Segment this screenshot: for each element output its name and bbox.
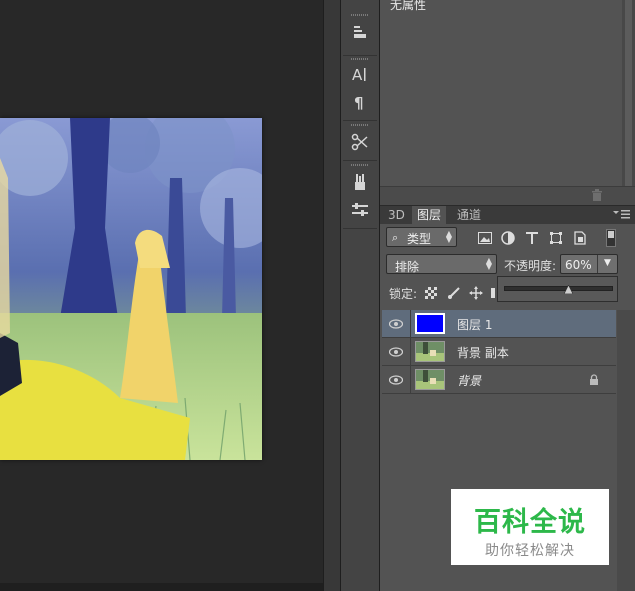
dropdown-arrow-icon: ▼: [604, 258, 611, 268]
layer-row[interactable]: 背景: [382, 366, 616, 394]
watermark-subtitle: 助你轻松解决: [485, 543, 575, 559]
canvas-photo: [0, 118, 262, 460]
panel-icon-strip: A ¶: [341, 0, 380, 591]
layer-name[interactable]: 背景: [457, 372, 481, 389]
paragraph-styles-icon[interactable]: [349, 22, 371, 42]
smart-object-filter-icon[interactable]: [572, 230, 588, 246]
tools-presets-icon[interactable]: [349, 132, 371, 152]
updown-arrows-icon: ▲ ▼: [485, 256, 492, 271]
opacity-label: 不透明度:: [504, 259, 557, 273]
layer-thumbnail: [415, 369, 445, 390]
opacity-value: 60%: [565, 258, 592, 272]
lock-icon: [589, 374, 599, 385]
layer-thumbnail: [415, 313, 445, 334]
lock-label: 锁定:: [389, 287, 418, 301]
lock-position-icon[interactable]: [469, 286, 483, 300]
search-icon: ⌕: [392, 231, 399, 244]
opacity-slider-track[interactable]: [504, 286, 613, 291]
blend-mode-select[interactable]: 排除 ▲ ▼: [386, 254, 497, 274]
brush-presets-icon[interactable]: [349, 172, 371, 192]
layer-row[interactable]: 背景 副本: [382, 338, 616, 366]
panel-divider[interactable]: [323, 0, 341, 591]
blend-mode-value: 排除: [395, 260, 420, 274]
layer-thumbnail: [415, 341, 445, 362]
shape-filter-icon[interactable]: [548, 230, 564, 246]
character-panel-icon[interactable]: A: [349, 64, 371, 84]
watermark-title: 百科全说: [474, 507, 586, 538]
image-filter-icon[interactable]: [477, 230, 493, 246]
strip-grip[interactable]: [351, 58, 369, 60]
properties-panel: [380, 0, 635, 205]
layer-name[interactable]: 背景 副本: [457, 344, 509, 361]
type-filter-icon[interactable]: [524, 230, 540, 246]
properties-empty-label: 无属性: [390, 0, 427, 12]
layer-name[interactable]: 图层 1: [457, 316, 492, 333]
adjustment-filter-icon[interactable]: [500, 230, 516, 246]
lock-image-pixels-icon[interactable]: [447, 286, 461, 300]
properties-scroll-thumb[interactable]: [625, 0, 632, 186]
strip-grip[interactable]: [351, 14, 369, 16]
opacity-slider-thumb[interactable]: [563, 283, 574, 295]
lock-all-icon[interactable]: [491, 288, 495, 298]
opacity-slider-popup[interactable]: [497, 276, 618, 302]
strip-grip[interactable]: [351, 164, 369, 166]
brush-panel-icon[interactable]: [349, 200, 371, 220]
eye-icon[interactable]: [388, 374, 404, 385]
paragraph-panel-icon[interactable]: ¶: [349, 92, 371, 112]
trash-icon[interactable]: [590, 188, 604, 202]
panel-menu-icon[interactable]: [612, 208, 632, 220]
lock-transparent-pixels-icon[interactable]: [425, 287, 437, 299]
layer-row[interactable]: 图层 1: [382, 310, 616, 338]
layer-filter-select[interactable]: ⌕ 类型 ▲ ▼: [386, 227, 457, 247]
eye-icon[interactable]: [388, 346, 404, 357]
layers-scrollbar[interactable]: [617, 310, 635, 591]
opacity-field[interactable]: 60% ▼: [560, 254, 618, 274]
eye-icon[interactable]: [388, 318, 404, 329]
canvas-horizontal-scrollbar[interactable]: [0, 583, 323, 591]
svg-text:¶: ¶: [354, 94, 364, 110]
tab-channels[interactable]: 通道: [452, 206, 486, 224]
updown-arrows-icon: ▲ ▼: [445, 229, 452, 244]
tab-3d[interactable]: 3D: [383, 206, 410, 224]
svg-text:A: A: [352, 66, 363, 82]
strip-grip[interactable]: [351, 124, 369, 126]
tab-layers[interactable]: 图层: [412, 206, 447, 224]
filter-toggle-switch[interactable]: [606, 229, 616, 247]
layer-filter-label: 类型: [407, 232, 432, 246]
